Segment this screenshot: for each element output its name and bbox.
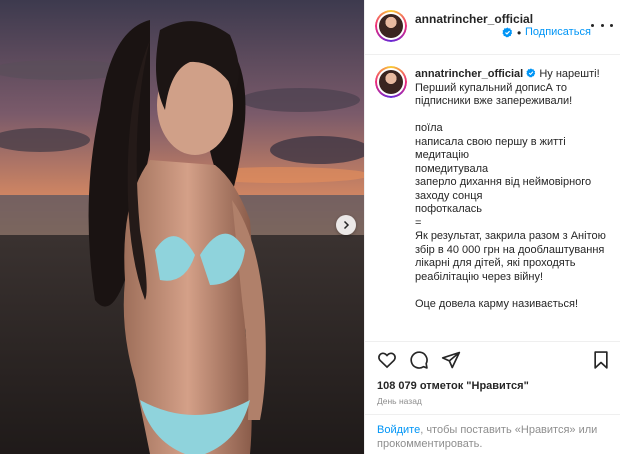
- post-header: annatrincher_official • Подписаться: [365, 0, 620, 55]
- more-options-button[interactable]: [591, 18, 613, 32]
- likes-count[interactable]: 108 079 отметок "Нравится": [377, 380, 529, 392]
- separator-dot: •: [517, 26, 522, 40]
- caption-area: annatrincher_official Ну нарешті! Перший…: [365, 56, 620, 341]
- share-icon[interactable]: [441, 350, 461, 370]
- sunset-beach-photo: [0, 0, 364, 454]
- comment-icon[interactable]: [409, 350, 429, 370]
- heart-icon[interactable]: [377, 350, 397, 370]
- caption-avatar[interactable]: [375, 66, 407, 98]
- author-username-link[interactable]: annatrincher_official: [415, 12, 540, 27]
- caption-text: annatrincher_official Ну нарешті! Перший…: [415, 68, 615, 311]
- verified-badge-icon: [502, 27, 513, 38]
- post-time[interactable]: День назад: [377, 396, 422, 406]
- post-photo[interactable]: [0, 0, 364, 454]
- post-details-panel: annatrincher_official • Подписаться anna…: [364, 0, 620, 454]
- login-prompt: Войдите, чтобы поставить «Нравится» или …: [365, 414, 620, 454]
- follow-button[interactable]: Подписаться: [525, 26, 591, 38]
- post-actions: [365, 341, 620, 377]
- more-icon: [591, 23, 594, 27]
- login-prompt-text: Войдите, чтобы поставить «Нравится» или …: [377, 423, 612, 451]
- bookmark-icon[interactable]: [591, 350, 611, 370]
- next-photo-button[interactable]: [336, 215, 356, 235]
- verified-badge-icon: [526, 68, 536, 78]
- caption-username-link[interactable]: annatrincher_official: [415, 68, 523, 80]
- caption-body: Ну нарешті! Перший купальний дописА то п…: [415, 68, 606, 310]
- author-avatar[interactable]: [375, 10, 407, 42]
- chevron-right-icon: [343, 220, 350, 230]
- login-link[interactable]: Войдите: [377, 424, 420, 436]
